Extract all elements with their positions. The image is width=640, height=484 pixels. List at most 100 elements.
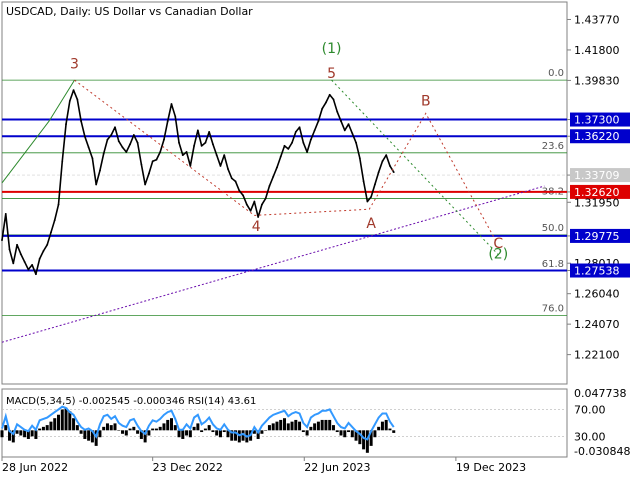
price-point	[57, 203, 60, 206]
macd-bar	[177, 430, 181, 438]
price-point	[27, 268, 30, 271]
indicator-y-label: 70.00	[574, 403, 606, 416]
wave-label: B	[421, 94, 431, 110]
macd-bar	[49, 421, 53, 431]
price-point	[294, 131, 297, 133]
price-point	[389, 165, 391, 167]
macd-bar	[316, 421, 320, 431]
macd-bar	[347, 430, 351, 433]
macd-bar	[350, 430, 354, 438]
price-point	[132, 134, 135, 136]
price-point	[148, 172, 150, 175]
price-point	[174, 115, 177, 118]
macd-bar	[373, 430, 377, 438]
x-axis-label: 22 Jun 2023	[304, 461, 370, 474]
macd-bar	[267, 425, 271, 431]
price-point	[4, 212, 7, 215]
macd-bar	[271, 423, 275, 431]
price-point	[249, 209, 252, 212]
macd-bar	[60, 409, 64, 431]
price-point	[196, 129, 199, 132]
price-point	[328, 93, 331, 96]
macd-bar	[237, 430, 241, 443]
price-point	[392, 171, 395, 174]
macd-bar	[34, 430, 38, 439]
macd-bar	[41, 426, 45, 431]
price-point	[302, 141, 305, 144]
price-point	[163, 138, 165, 141]
y-axis-label: 1.33709	[574, 169, 620, 182]
macd-bar	[181, 430, 185, 439]
macd-bar	[335, 430, 339, 433]
price-point	[200, 144, 203, 147]
fib-level-label: 23.6	[542, 141, 564, 152]
macd-bar	[392, 430, 396, 433]
price-point	[261, 203, 263, 206]
price-point	[377, 171, 380, 174]
x-axis-label: 23 Dec 2022	[153, 461, 223, 474]
price-point	[340, 120, 342, 122]
price-point	[204, 141, 207, 144]
macd-bar	[384, 419, 388, 431]
macd-bar	[147, 430, 151, 436]
price-point	[227, 168, 229, 170]
price-point	[336, 110, 339, 113]
macd-bar	[170, 418, 173, 431]
price-point	[151, 160, 154, 163]
wave-label: 3	[70, 57, 79, 73]
macd-bar	[283, 418, 286, 431]
macd-bar	[290, 421, 294, 431]
price-point	[95, 183, 98, 186]
x-axis-label: 28 Jun 2022	[2, 461, 68, 474]
price-point	[317, 120, 320, 122]
wave-label: (2)	[488, 247, 508, 263]
price-point	[358, 157, 361, 160]
indicator-y-label: 0.047738	[574, 387, 627, 400]
macd-bar	[185, 430, 189, 436]
price-point	[117, 140, 120, 143]
price-point	[351, 132, 354, 135]
price-point	[170, 103, 173, 105]
price-point	[309, 138, 312, 141]
price-chart: 0.023.638.250.061.876.0 3(1)5B4 AC(2) 1.4…	[0, 0, 640, 480]
macd-bar	[19, 430, 23, 436]
price-point	[185, 151, 188, 153]
macd-bar	[158, 426, 162, 431]
price-point	[72, 89, 75, 92]
price-point	[325, 101, 327, 104]
price-point	[306, 151, 308, 153]
macd-bar	[166, 419, 170, 431]
macd-bar	[72, 418, 76, 431]
price-point	[136, 141, 139, 144]
y-axis-label: 1.27538	[574, 265, 620, 278]
macd-bar	[128, 428, 132, 431]
price-point	[381, 160, 384, 163]
macd-bar	[218, 430, 222, 438]
macd-bar	[79, 430, 83, 434]
macd-bar	[203, 428, 207, 431]
price-point	[370, 195, 373, 198]
price-point	[178, 141, 180, 144]
price-point	[245, 203, 248, 206]
macd-bar	[388, 428, 392, 431]
y-axis-label: 1.43770	[574, 13, 620, 26]
price-point	[114, 126, 116, 129]
price-point	[68, 100, 71, 102]
macd-bar	[222, 430, 226, 433]
macd-bar	[192, 426, 196, 431]
macd-bar	[301, 430, 305, 433]
macd-bar	[68, 411, 72, 431]
macd-bar	[380, 421, 384, 431]
price-point	[65, 123, 67, 126]
macd-bar	[320, 419, 324, 431]
macd-bar	[64, 407, 68, 431]
y-axis-label: 1.29775	[574, 230, 620, 243]
macd-bar	[331, 425, 335, 431]
price-point	[50, 231, 52, 234]
macd-bar	[328, 419, 332, 431]
macd-bar	[83, 430, 87, 439]
price-point	[129, 143, 131, 146]
chart-container: 0.0 23.6 38.2 50.0 61.8 76.0 3 (1) 5 B 4 A C (2) 1.4…	[0, 0, 640, 480]
y-axis-label: 1.41800	[574, 44, 620, 57]
macd-bar	[211, 430, 215, 433]
